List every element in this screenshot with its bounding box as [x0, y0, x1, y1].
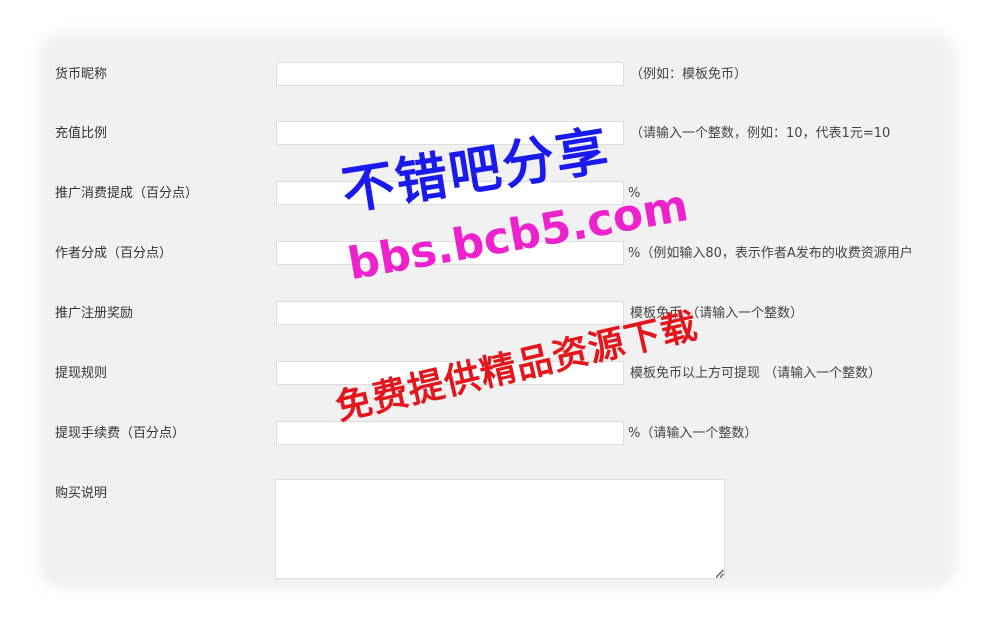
form-row-registration-reward: 推广注册奖励 模板免币 （请输入一个整数） [44, 301, 951, 361]
settings-form-panel: 货币昵称 （例如：模板免币） 充值比例 （请输入一个整数，例如：10，代表1元=… [44, 38, 951, 583]
promotion-commission-input[interactable] [276, 181, 624, 205]
author-share-input[interactable] [276, 241, 624, 265]
registration-reward-input[interactable] [276, 301, 624, 325]
recharge-ratio-input[interactable] [276, 121, 624, 145]
purchase-description-label: 购买说明 [55, 486, 108, 501]
withdraw-fee-label: 提现手续费（百分点） [55, 426, 186, 441]
withdraw-rule-input[interactable] [276, 361, 624, 385]
form-row-author-share: 作者分成（百分点） %（例如输入80，表示作者A发布的收费资源用户 [44, 241, 951, 301]
form-row-promotion-commission: 推广消费提成（百分点） % [44, 181, 951, 241]
registration-reward-label: 推广注册奖励 [55, 306, 134, 321]
author-share-hint: %（例如输入80，表示作者A发布的收费资源用户 [628, 246, 913, 261]
form-row-withdraw-rule: 提现规则 模板免币以上方可提现 （请输入一个整数） [44, 361, 951, 421]
form-row-withdraw-fee: 提现手续费（百分点） %（请输入一个整数） [44, 421, 951, 481]
registration-reward-hint: 模板免币 （请输入一个整数） [630, 306, 804, 321]
withdraw-fee-hint: %（请输入一个整数） [628, 426, 758, 441]
promotion-commission-label: 推广消费提成（百分点） [55, 186, 199, 201]
currency-nickname-input[interactable] [276, 62, 624, 86]
recharge-ratio-hint: （请输入一个整数，例如：10，代表1元=10 [630, 126, 891, 141]
promotion-commission-hint: % [628, 186, 641, 201]
currency-nickname-label: 货币昵称 [55, 67, 108, 82]
withdraw-rule-hint: 模板免币以上方可提现 （请输入一个整数） [630, 366, 882, 381]
author-share-label: 作者分成（百分点） [55, 246, 173, 261]
withdraw-fee-input[interactable] [276, 421, 624, 445]
currency-nickname-hint: （例如：模板免币） [630, 67, 748, 82]
recharge-ratio-label: 充值比例 [55, 126, 108, 141]
purchase-description-textarea[interactable] [275, 479, 725, 579]
withdraw-rule-label: 提现规则 [55, 366, 108, 381]
form-row-recharge-ratio: 充值比例 （请输入一个整数，例如：10，代表1元=10 [44, 121, 951, 181]
form-row-currency-nickname: 货币昵称 （例如：模板免币） [44, 62, 951, 122]
